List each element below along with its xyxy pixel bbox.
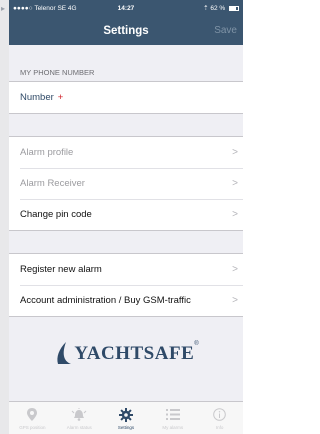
logo-wordmark: YACHTSAFE — [74, 343, 195, 364]
chevron-right-icon: > — [232, 178, 238, 189]
tab-bar: GPS position Alarm status Settings My al… — [9, 401, 243, 434]
list-icon — [165, 407, 180, 422]
map-pin-icon — [27, 407, 38, 422]
tab-label: Alarm status — [66, 425, 92, 430]
tab-gps-position[interactable]: GPS position — [9, 402, 56, 434]
account-group: Register new alarm > Account administrat… — [9, 253, 243, 317]
alarm-profile-label: Alarm profile — [20, 147, 74, 158]
chevron-right-icon: > — [232, 209, 238, 220]
number-label: Number — [20, 92, 54, 103]
battery-icon — [228, 5, 239, 11]
alarm-receiver-label: Alarm Receiver — [20, 178, 85, 189]
gear-icon — [118, 407, 133, 422]
number-row[interactable]: Number + — [9, 82, 243, 113]
battery-percent: ⇡ 62 % — [203, 5, 226, 12]
tab-alarm-status[interactable]: Alarm status — [56, 402, 103, 434]
alarm-group: Alarm profile > Alarm Receiver > Change … — [9, 136, 243, 231]
phone-group: Number + — [9, 81, 243, 114]
chevron-right-icon: > — [232, 264, 238, 275]
sail-logo-icon — [57, 342, 72, 364]
phone-screen: ●●●●○ Telenor SE 4G 14:27 ⇡ 62 % Setting… — [9, 0, 243, 434]
tab-label: GPS position — [19, 425, 46, 430]
tab-label: Info — [215, 425, 224, 430]
change-pin-row[interactable]: Change pin code > — [9, 199, 243, 230]
nav-bar: Settings Save — [9, 16, 243, 45]
info-icon — [213, 407, 226, 422]
chevron-right-icon: > — [232, 147, 238, 158]
registered-mark: ® — [194, 341, 199, 347]
left-gutter: ▸ — [0, 0, 9, 434]
alarm-profile-row[interactable]: Alarm profile > — [9, 137, 243, 168]
alarm-receiver-row[interactable]: Alarm Receiver > — [9, 168, 243, 199]
page-title: Settings — [103, 24, 149, 37]
register-alarm-row[interactable]: Register new alarm > — [9, 254, 243, 285]
account-admin-label: Account administration / Buy GSM-traffic — [20, 295, 191, 306]
phone-section-header: MY PHONE NUMBER — [20, 68, 95, 77]
tab-label: My alarms — [162, 425, 184, 430]
tab-label: Settings — [117, 425, 135, 430]
chevron-right-icon: > — [232, 295, 238, 306]
yachtsafe-logo: YACHTSAFE® — [9, 341, 243, 367]
tab-my-alarms[interactable]: My alarms — [149, 402, 196, 434]
back-arrow-icon: ▸ — [1, 4, 6, 13]
account-admin-row[interactable]: Account administration / Buy GSM-traffic… — [9, 285, 243, 316]
add-number-icon[interactable]: + — [58, 92, 64, 103]
alarm-bell-icon — [71, 407, 87, 422]
carrier-text: ●●●●○ Telenor SE 4G — [13, 4, 77, 12]
clock: 14:27 — [117, 4, 135, 12]
change-pin-label: Change pin code — [20, 209, 92, 220]
save-button[interactable]: Save — [214, 25, 237, 36]
status-right: ⇡ 62 % — [164, 4, 239, 12]
register-alarm-label: Register new alarm — [20, 264, 102, 275]
header: ●●●●○ Telenor SE 4G 14:27 ⇡ 62 % Setting… — [9, 0, 243, 45]
tab-settings[interactable]: Settings — [103, 402, 150, 434]
status-bar: ●●●●○ Telenor SE 4G 14:27 ⇡ 62 % — [9, 0, 243, 16]
tab-info[interactable]: Info — [196, 402, 243, 434]
